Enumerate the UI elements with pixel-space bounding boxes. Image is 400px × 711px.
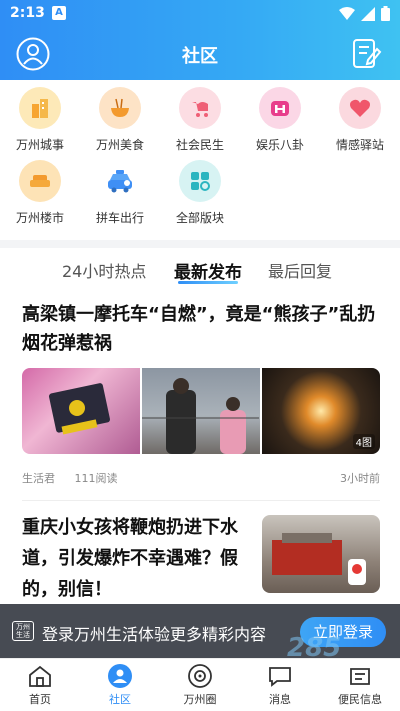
bottom-tab-bar: 首页 社区 万州圈 消息 便民信息 (0, 658, 400, 711)
stroller-icon (179, 87, 221, 129)
post-thumbnail[interactable] (262, 515, 380, 593)
category-label: 娱乐八卦 (255, 138, 304, 152)
tabbar-label: 万州圈 (183, 693, 217, 706)
post-image: 4图 (262, 368, 380, 454)
tabbar-item-community[interactable]: 社区 (80, 663, 160, 707)
signal-icon (361, 6, 375, 21)
entertainment-icon (259, 87, 301, 129)
heart-gift-icon (339, 87, 381, 129)
taxi-icon (99, 160, 141, 202)
section-divider (0, 240, 400, 248)
login-prompt-text: 登录万州生活体验更多精彩内容 (42, 625, 267, 644)
category-item-housing[interactable]: 万州楼市 (0, 160, 80, 226)
feed-tabs: 24小时热点 最新发布 最后回复 (0, 248, 400, 292)
home-icon (0, 663, 80, 689)
active-tab-indicator (178, 281, 238, 284)
status-time: 2:13 (10, 5, 45, 21)
status-icons (339, 6, 390, 21)
login-banner: 万州生活 登录万州生活体验更多精彩内容 立即登录 (0, 604, 400, 658)
post-separator (22, 500, 380, 501)
tabbar-item-info[interactable]: 便民信息 (320, 663, 400, 707)
edit-note-icon[interactable] (352, 37, 382, 71)
category-label: 万州美食 (95, 138, 144, 152)
sofa-icon (19, 160, 61, 202)
tabbar-item-messages[interactable]: 消息 (240, 663, 320, 707)
tabbar-label: 社区 (109, 693, 131, 706)
category-item-society[interactable]: 社会民生 (160, 87, 240, 153)
post-image (22, 368, 140, 454)
image-count-badge: 4图 (352, 434, 375, 449)
status-bar: 2:13 A (0, 0, 400, 28)
tabbar-label: 消息 (269, 693, 291, 706)
community-icon (80, 663, 160, 689)
category-label: 万州楼市 (15, 211, 64, 225)
category-item-food[interactable]: 万州美食 (80, 87, 160, 153)
battery-icon (381, 6, 390, 21)
wifi-icon (339, 6, 355, 20)
tabbar-label: 首页 (29, 693, 51, 706)
post-image (142, 368, 260, 454)
login-button[interactable]: 立即登录 (300, 617, 386, 647)
category-label: 社会民生 (175, 138, 224, 152)
category-item-city[interactable]: 万州城事 (0, 87, 80, 153)
notification-badge-icon: A (52, 6, 66, 20)
category-label: 情感驿站 (335, 138, 384, 152)
post-title[interactable]: 重庆小女孩将鞭炮扔进下水道，引发爆炸不幸遇难？假的，别信！ (22, 512, 247, 605)
post-image-gallery[interactable]: 4图 (22, 368, 380, 454)
tabbar-item-home[interactable]: 首页 (0, 663, 80, 707)
post-author[interactable]: 生活君 (22, 472, 55, 485)
app-logo-icon: 万州生活 (12, 621, 34, 641)
message-icon (240, 663, 320, 689)
category-label: 万州城事 (15, 138, 64, 152)
category-label: 全部版块 (175, 211, 224, 225)
tabbar-item-wanzhou-circle[interactable]: 万州圈 (160, 663, 240, 707)
tab-latest[interactable]: 最新发布 (174, 258, 242, 283)
city-building-icon (19, 87, 61, 129)
post-time: 3小时前 (340, 472, 380, 485)
app-header: 社区 (0, 28, 400, 80)
info-icon (320, 663, 400, 689)
post-title[interactable]: 高梁镇一摩托车“自燃”，竟是“熊孩子”乱扔烟花弹惹祸 (22, 300, 382, 358)
circle-icon (160, 663, 240, 689)
post-meta: 生活君 111阅读 (22, 470, 134, 486)
tab-last-reply[interactable]: 最后回复 (268, 258, 332, 282)
category-item-carpool[interactable]: 拼车出行 (80, 160, 160, 226)
category-item-entertainment[interactable]: 娱乐八卦 (240, 87, 320, 153)
category-label: 拼车出行 (95, 211, 144, 225)
noodle-bowl-icon (99, 87, 141, 129)
grid-icon (179, 160, 221, 202)
category-item-emotion[interactable]: 情感驿站 (320, 87, 400, 153)
page-title: 社区 (182, 46, 218, 67)
category-item-all[interactable]: 全部版块 (160, 160, 240, 226)
post-reads: 111阅读 (74, 472, 118, 485)
tab-24h-hot[interactable]: 24小时热点 (62, 258, 146, 282)
category-grid: 万州城事 万州美食 社会民生 娱乐八卦 情感驿站 万州楼市 拼车出行 全部版块 (0, 80, 400, 240)
tabbar-label: 便民信息 (338, 693, 382, 706)
